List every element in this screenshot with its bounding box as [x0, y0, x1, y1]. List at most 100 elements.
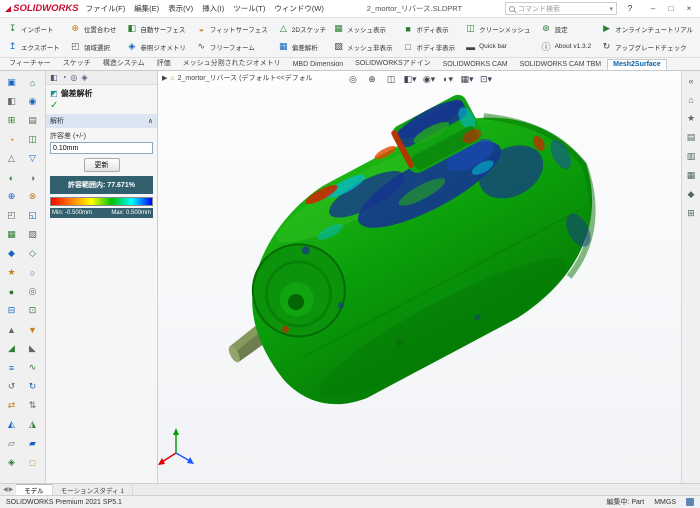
palette-tool-icon[interactable]: ◔: [1, 130, 22, 149]
ribbon-button[interactable]: ▶ オンラインチュートリアル: [598, 20, 696, 37]
search-caret-icon[interactable]: ▾: [609, 5, 613, 13]
ribbon-tab[interactable]: SOLIDWORKS CAM: [437, 59, 514, 70]
palette-tool-icon[interactable]: ⇄: [1, 396, 22, 415]
palette-tool-icon[interactable]: ≡: [1, 358, 22, 377]
palette-tool-icon[interactable]: △: [1, 149, 22, 168]
help-button[interactable]: ?: [624, 4, 636, 13]
menu-item[interactable]: ウィンドウ(W): [274, 3, 324, 14]
ribbon-button[interactable]: ▨ メッシュ非表示: [330, 38, 396, 55]
palette-tool-icon[interactable]: ↺: [1, 377, 22, 396]
palette-tool-icon[interactable]: ⊡: [22, 301, 43, 320]
view-tool-icon[interactable]: ⊡▾: [479, 72, 494, 86]
palette-tool-icon[interactable]: ○: [22, 263, 43, 282]
menu-item[interactable]: 挿入(I): [202, 3, 224, 14]
palette-tool-icon[interactable]: ◱: [22, 206, 43, 225]
ribbon-button[interactable]: ▦ 偏差解析: [275, 38, 329, 55]
palette-tool-icon[interactable]: ◫: [22, 130, 43, 149]
palette-tool-icon[interactable]: ▣: [1, 73, 22, 92]
palette-tool-icon[interactable]: ▽: [22, 149, 43, 168]
motor-model[interactable]: [158, 71, 681, 483]
ribbon-button[interactable]: △ 2Dスケッチ: [275, 20, 329, 37]
task-pane-icon[interactable]: ⊞: [684, 206, 699, 221]
tab-nav-arrow-icon[interactable]: ◀: [3, 486, 8, 493]
ribbon-tab[interactable]: スケッチ: [57, 56, 97, 70]
palette-tool-icon[interactable]: ★: [1, 263, 22, 282]
analysis-section-header[interactable]: 解析 ∧: [46, 114, 157, 128]
palette-tool-icon[interactable]: ◧: [1, 92, 22, 111]
tab-nav-arrow-icon[interactable]: ▶: [9, 486, 14, 493]
menu-item[interactable]: 表示(V): [168, 3, 193, 14]
ribbon-button[interactable]: ⊕ 位置合わせ: [67, 20, 120, 37]
view-tool-icon[interactable]: ◐▾: [441, 72, 456, 86]
graphics-viewport[interactable]: ▶ ⌂ 2_mortor_リバース (デフォルト<<デフォルト>_... ◎⊕◫…: [158, 71, 681, 483]
ribbon-button[interactable]: ⊛ 設定: [538, 20, 595, 37]
task-pane-icon[interactable]: ★: [684, 111, 699, 126]
palette-tool-icon[interactable]: ◇: [22, 244, 43, 263]
palette-tool-icon[interactable]: ◣: [22, 339, 43, 358]
palette-tool-icon[interactable]: ⊕: [1, 187, 22, 206]
palette-tool-icon[interactable]: ◰: [1, 206, 22, 225]
palette-tool-icon[interactable]: ▲: [1, 320, 22, 339]
palette-tool-icon[interactable]: ⊗: [22, 187, 43, 206]
palette-tool-icon[interactable]: ▨: [22, 225, 43, 244]
ribbon-tab[interactable]: フィーチャー: [3, 56, 57, 70]
model-tab[interactable]: モデル: [16, 484, 53, 495]
ribbon-button[interactable]: ▦ メッシュ表示: [330, 20, 396, 37]
palette-tool-icon[interactable]: ◎: [22, 282, 43, 301]
palette-tool-icon[interactable]: ◮: [22, 415, 43, 434]
ribbon-button[interactable]: ◧ 自動サーフェス: [123, 20, 189, 37]
ribbon-tab[interactable]: SOLIDWORKS CAM TBM: [514, 59, 608, 70]
palette-tool-icon[interactable]: ◢: [1, 339, 22, 358]
ribbon-button[interactable]: ■ ボディ表示: [400, 20, 459, 37]
ok-check-icon[interactable]: ✓: [46, 100, 157, 113]
close-button[interactable]: ×: [683, 4, 695, 13]
palette-tool-icon[interactable]: ●: [1, 282, 22, 301]
palette-tool-icon[interactable]: ↻: [22, 377, 43, 396]
ribbon-button[interactable]: ∿ フリーフォーム: [193, 38, 271, 55]
status-units[interactable]: MMGS: [654, 499, 676, 506]
palette-tool-icon[interactable]: ▱: [1, 434, 22, 453]
menu-item[interactable]: ファイル(F): [86, 3, 126, 14]
palette-tool-icon[interactable]: ▰: [22, 434, 43, 453]
palette-tool-icon[interactable]: ∿: [22, 358, 43, 377]
palette-tool-icon[interactable]: □: [22, 453, 43, 472]
status-tag-icon[interactable]: [686, 498, 694, 506]
palette-tool-icon[interactable]: ⊞: [1, 111, 22, 130]
tolerance-input[interactable]: [50, 142, 153, 154]
menu-item[interactable]: 編集(E): [134, 3, 159, 14]
palette-tool-icon[interactable]: ⌂: [22, 73, 43, 92]
menu-item[interactable]: ツール(T): [233, 3, 265, 14]
ribbon-tab[interactable]: MBD Dimension: [287, 59, 350, 70]
palette-tool-icon[interactable]: ⇅: [22, 396, 43, 415]
ribbon-button[interactable]: ↧ インポート: [4, 20, 63, 37]
model-tab[interactable]: モーションスタディ 1: [53, 484, 133, 495]
palette-tool-icon[interactable]: ◐: [1, 168, 22, 187]
palette-tool-icon[interactable]: ◈: [1, 453, 22, 472]
property-manager-tab-icon[interactable]: ◎: [70, 73, 77, 82]
ribbon-button[interactable]: ◒ フィットサーフェス: [193, 20, 271, 37]
ribbon-button[interactable]: ◰ 領域選択: [67, 38, 120, 55]
ribbon-tab[interactable]: メッシュ分割されたジオメトリ: [177, 56, 287, 70]
task-pane-icon[interactable]: ⌂: [684, 92, 699, 107]
ribbon-button[interactable]: ◫ クリーンメッシュ: [462, 20, 533, 37]
palette-tool-icon[interactable]: ▦: [1, 225, 22, 244]
ribbon-button[interactable]: ↥ エクスポート: [4, 38, 63, 55]
palette-tool-icon[interactable]: ◭: [1, 415, 22, 434]
view-tool-icon[interactable]: ◉▾: [422, 72, 437, 86]
flyout-expand-icon[interactable]: ▶: [162, 74, 167, 82]
palette-tool-icon[interactable]: ◆: [1, 244, 22, 263]
property-manager-tab-icon[interactable]: ◈: [81, 73, 87, 82]
task-pane-icon[interactable]: ▦: [684, 168, 699, 183]
collapse-chevron-icon[interactable]: ∧: [148, 117, 153, 125]
task-pane-icon[interactable]: ◆: [684, 187, 699, 202]
view-tool-icon[interactable]: ⊕: [364, 72, 379, 86]
property-manager-tab-icon[interactable]: ◧: [50, 73, 58, 82]
palette-tool-icon[interactable]: ▼: [22, 320, 43, 339]
palette-tool-icon[interactable]: ▤: [22, 111, 43, 130]
minimize-button[interactable]: –: [647, 4, 659, 13]
ribbon-button[interactable]: ↻ アップグレードチェック: [598, 38, 696, 55]
ribbon-button[interactable]: ◈ 参照ジオメトリ: [123, 38, 189, 55]
ribbon-tab[interactable]: 評価: [151, 56, 177, 70]
ribbon-button[interactable]: ⓘ About v1.3.2: [538, 38, 595, 55]
palette-tool-icon[interactable]: ◉: [22, 92, 43, 111]
